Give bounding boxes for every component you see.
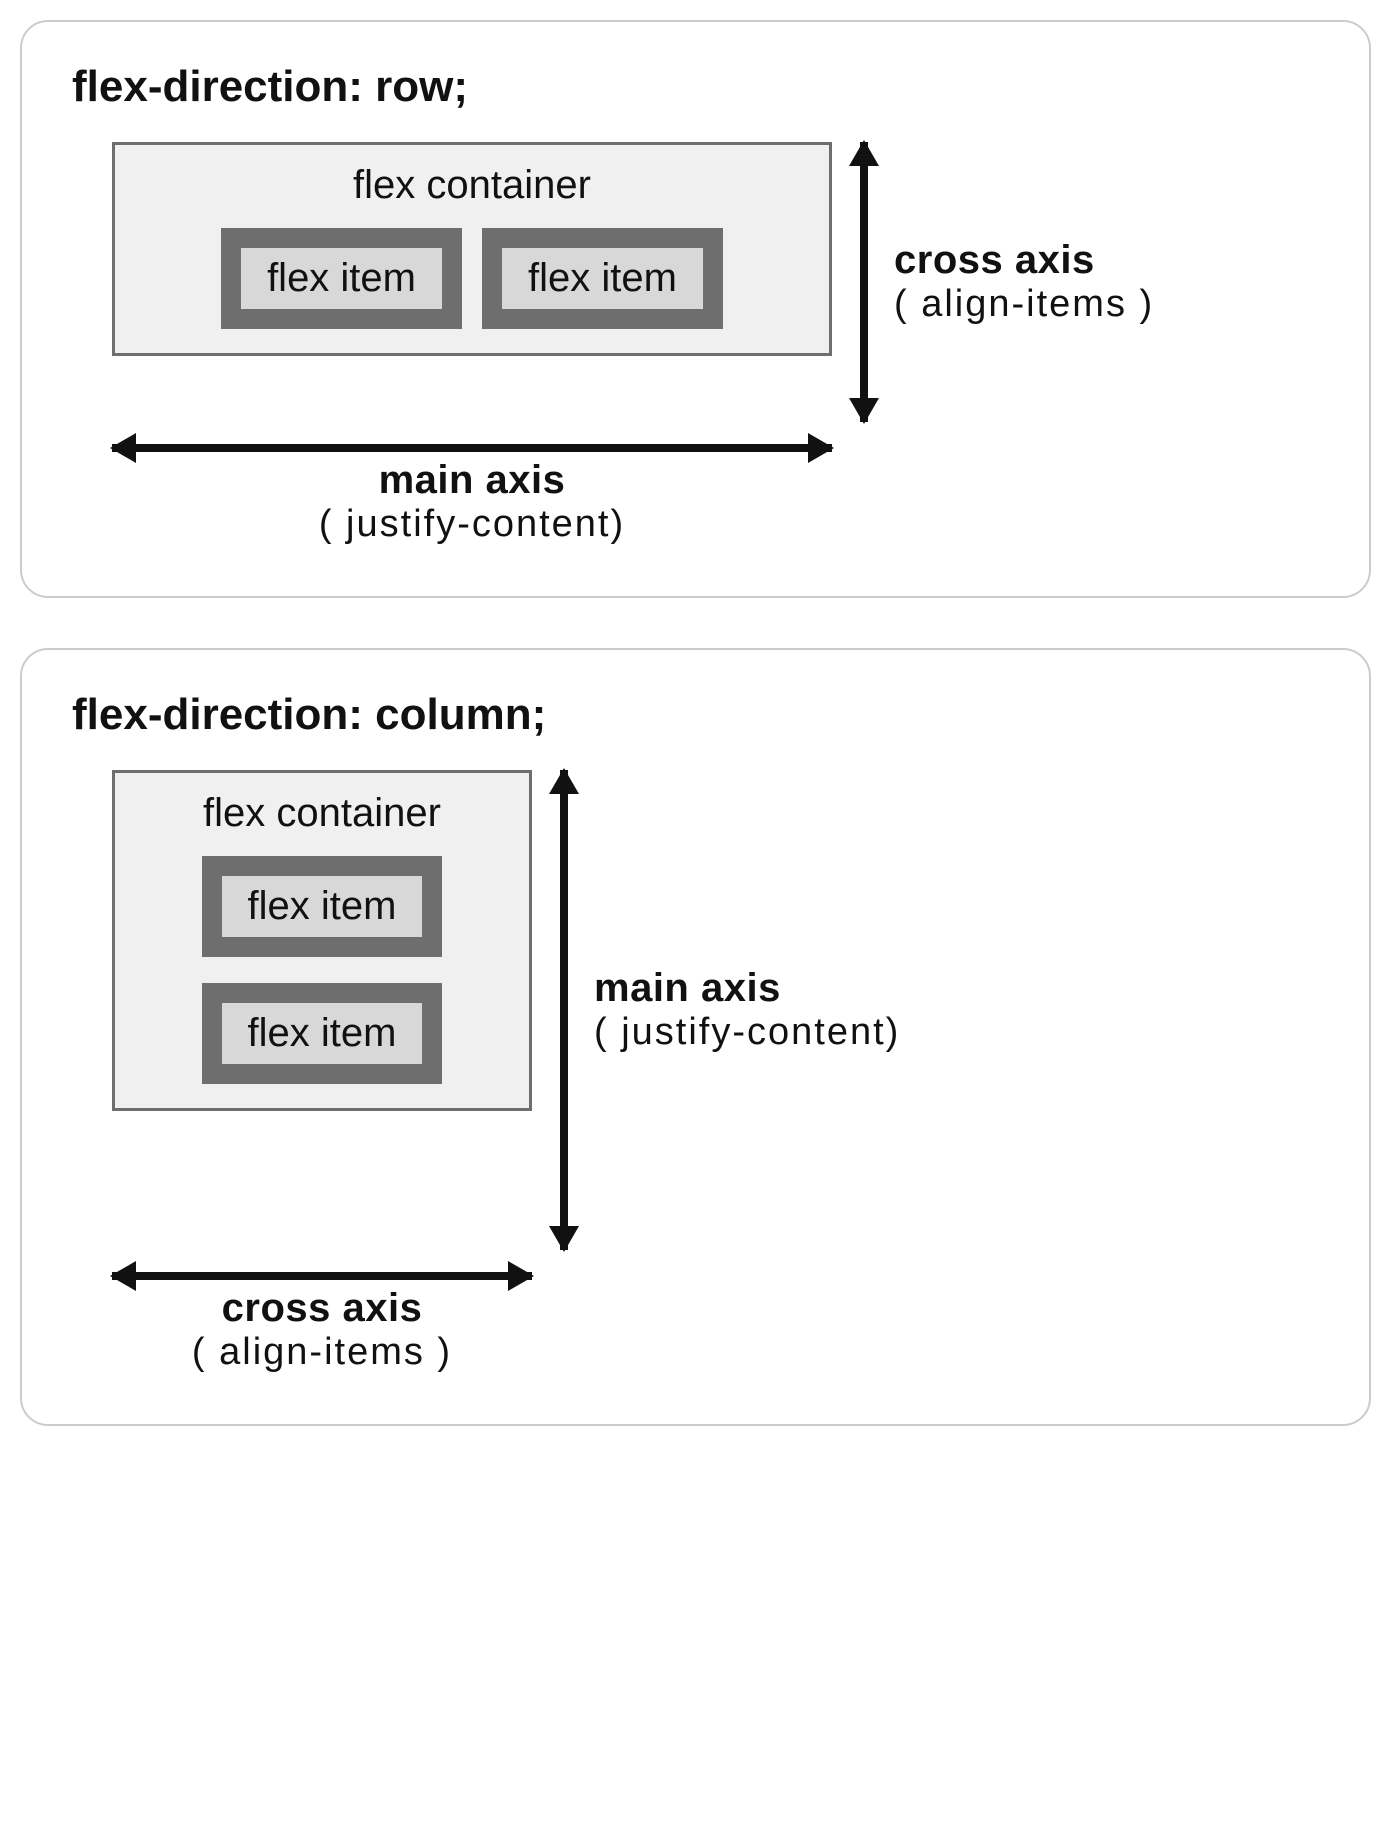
main-axis-block: main axis ( justify-content) (112, 444, 832, 546)
main-axis-sub: ( justify-content) (594, 1011, 900, 1054)
main-axis-label-block: main axis ( justify-content) (594, 770, 900, 1250)
flex-container-row: flex container flex item flex item (112, 142, 832, 356)
flex-container-column: flex container flex item flex item (112, 770, 532, 1111)
items-column: flex item flex item (135, 856, 509, 1084)
flex-item: flex item (202, 856, 443, 957)
panel-column: flex-direction: column; flex container f… (20, 648, 1371, 1426)
cross-axis-sub: ( align-items ) (894, 283, 1154, 326)
cross-axis-title: cross axis (112, 1286, 532, 1331)
flex-item-label: flex item (500, 246, 705, 311)
flex-item: flex item (482, 228, 723, 329)
flex-item-label: flex item (239, 246, 444, 311)
cross-axis-sub: ( align-items ) (112, 1331, 532, 1374)
cross-axis-label-block: cross axis ( align-items ) (112, 1286, 532, 1374)
main-axis-sub: ( justify-content) (112, 503, 832, 546)
cross-axis-arrow-icon (112, 1272, 532, 1280)
main-axis-title: main axis (594, 966, 900, 1011)
main-axis-label-block: main axis ( justify-content) (112, 458, 832, 546)
flex-item: flex item (202, 983, 443, 1084)
container-label: flex container (135, 163, 809, 208)
flex-item-label: flex item (220, 1001, 425, 1066)
row-diagram: flex container flex item flex item cross… (72, 142, 1319, 422)
flex-item: flex item (221, 228, 462, 329)
container-label: flex container (135, 791, 509, 836)
items-row: flex item flex item (135, 228, 809, 329)
panel-title: flex-direction: column; (72, 690, 1319, 740)
main-axis-arrow-icon (112, 444, 832, 452)
cross-axis-label-block: cross axis ( align-items ) (894, 142, 1154, 422)
main-axis-arrow-icon (560, 770, 568, 1250)
panel-title: flex-direction: row; (72, 62, 1319, 112)
cross-axis-arrow-icon (860, 142, 868, 422)
flex-item-label: flex item (220, 874, 425, 939)
cross-axis-block: cross axis ( align-items ) (112, 1272, 532, 1374)
panel-row: flex-direction: row; flex container flex… (20, 20, 1371, 598)
column-diagram: flex container flex item flex item main … (72, 770, 1319, 1250)
main-axis-title: main axis (112, 458, 832, 503)
cross-axis-title: cross axis (894, 238, 1154, 283)
